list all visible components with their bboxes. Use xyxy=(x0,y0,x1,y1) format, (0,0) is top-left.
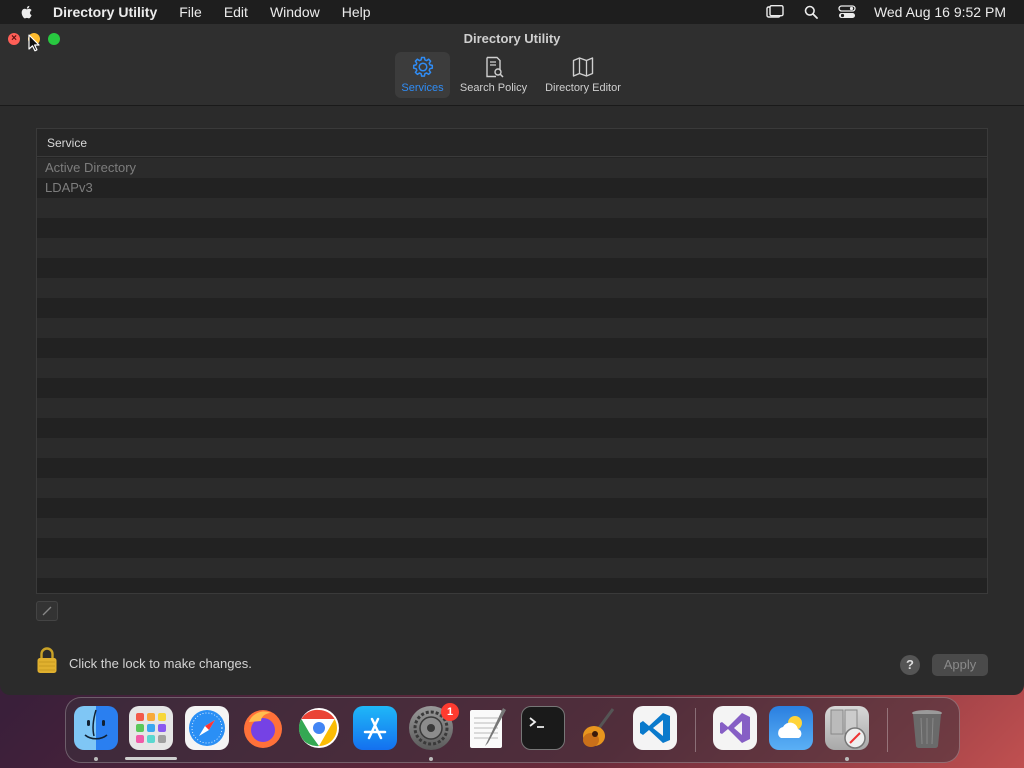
map-icon xyxy=(572,57,594,77)
menu-app-name[interactable]: Directory Utility xyxy=(53,4,157,20)
trash-icon[interactable] xyxy=(905,706,949,750)
app-store-a-icon xyxy=(363,717,387,740)
running-indicator xyxy=(429,757,433,761)
chrome-logo-icon xyxy=(298,708,339,748)
gear-icon xyxy=(412,56,433,77)
dock-separator xyxy=(695,708,696,752)
visual-studio-logo-icon xyxy=(720,713,750,743)
weather-icon[interactable] xyxy=(769,706,813,750)
directory-utility-icon[interactable] xyxy=(825,706,869,750)
tab-search-policy-label: Search Policy xyxy=(459,82,528,94)
screen-mirroring-icon[interactable] xyxy=(766,5,784,19)
apply-button[interactable]: Apply xyxy=(932,654,988,676)
services-table[interactable]: Service Active Directory LDAPv3 xyxy=(36,128,988,594)
help-button[interactable]: ? xyxy=(900,655,920,675)
sun-cloud-icon xyxy=(778,716,802,738)
pencil-icon xyxy=(42,606,52,616)
menu-help[interactable]: Help xyxy=(342,4,371,20)
firefox-logo-icon xyxy=(244,710,282,748)
menu-bar: Directory Utility File Edit Window Help … xyxy=(0,0,1024,24)
launchpad-grid-icon xyxy=(136,713,166,743)
directory-utility-window: × Directory Utility Services Search Poli… xyxy=(0,24,1024,695)
terminal-icon[interactable] xyxy=(521,706,565,750)
control-center-icon[interactable] xyxy=(838,5,856,19)
notification-badge: 1 xyxy=(441,703,459,721)
garageband-icon[interactable] xyxy=(577,706,621,750)
running-indicator xyxy=(94,757,98,761)
dock-scroll-indicator xyxy=(125,757,177,760)
finder-icon[interactable] xyxy=(74,706,118,750)
table-row[interactable]: LDAPv3 xyxy=(37,178,987,198)
menu-file[interactable]: File xyxy=(179,4,202,20)
mouse-pointer-icon xyxy=(28,34,40,52)
trash-can-icon xyxy=(912,710,942,749)
directory-compass-icon xyxy=(830,709,866,749)
table-row[interactable]: Active Directory xyxy=(37,158,987,178)
app-store-icon[interactable] xyxy=(353,706,397,750)
finder-face-icon xyxy=(84,709,108,740)
search-policy-icon xyxy=(485,56,504,78)
window-titlebar: × Directory Utility Services Search Poli… xyxy=(0,24,1024,106)
textedit-icon[interactable] xyxy=(465,706,509,750)
tab-services[interactable]: Services xyxy=(395,52,450,98)
guitar-icon xyxy=(583,708,615,747)
tab-directory-editor[interactable]: Directory Editor xyxy=(540,52,626,98)
window-title: Directory Utility xyxy=(463,31,561,46)
visual-studio-icon[interactable] xyxy=(713,706,757,750)
firefox-icon[interactable] xyxy=(241,706,285,750)
running-indicator xyxy=(845,757,849,761)
edit-service-button[interactable] xyxy=(36,601,58,621)
services-table-rows: Active Directory LDAPv3 xyxy=(37,158,987,593)
tab-directory-editor-label: Directory Editor xyxy=(545,82,621,94)
tab-services-label: Services xyxy=(401,82,444,94)
menu-bar-extras: Wed Aug 16 9:52 PM xyxy=(766,0,1006,24)
safari-icon[interactable] xyxy=(185,706,229,750)
menu-window[interactable]: Window xyxy=(270,4,320,20)
dock-separator xyxy=(887,708,888,752)
spotlight-search-icon[interactable] xyxy=(802,5,820,19)
menu-edit[interactable]: Edit xyxy=(224,4,248,20)
launchpad-icon[interactable] xyxy=(129,706,173,750)
lock-message: Click the lock to make changes. xyxy=(69,656,252,671)
textedit-page-icon xyxy=(470,708,506,748)
chrome-icon[interactable] xyxy=(297,706,341,750)
terminal-prompt-icon xyxy=(529,717,544,728)
apple-icon[interactable] xyxy=(19,4,35,20)
menu-bar-clock[interactable]: Wed Aug 16 9:52 PM xyxy=(874,4,1006,20)
compass-icon xyxy=(189,710,225,746)
column-header-service[interactable]: Service xyxy=(37,129,987,157)
vscode-icon[interactable] xyxy=(633,706,677,750)
vscode-logo-icon xyxy=(640,713,670,743)
tab-search-policy[interactable]: Search Policy xyxy=(457,52,530,98)
lock-icon[interactable] xyxy=(36,646,58,674)
dock: 1 xyxy=(65,697,960,763)
